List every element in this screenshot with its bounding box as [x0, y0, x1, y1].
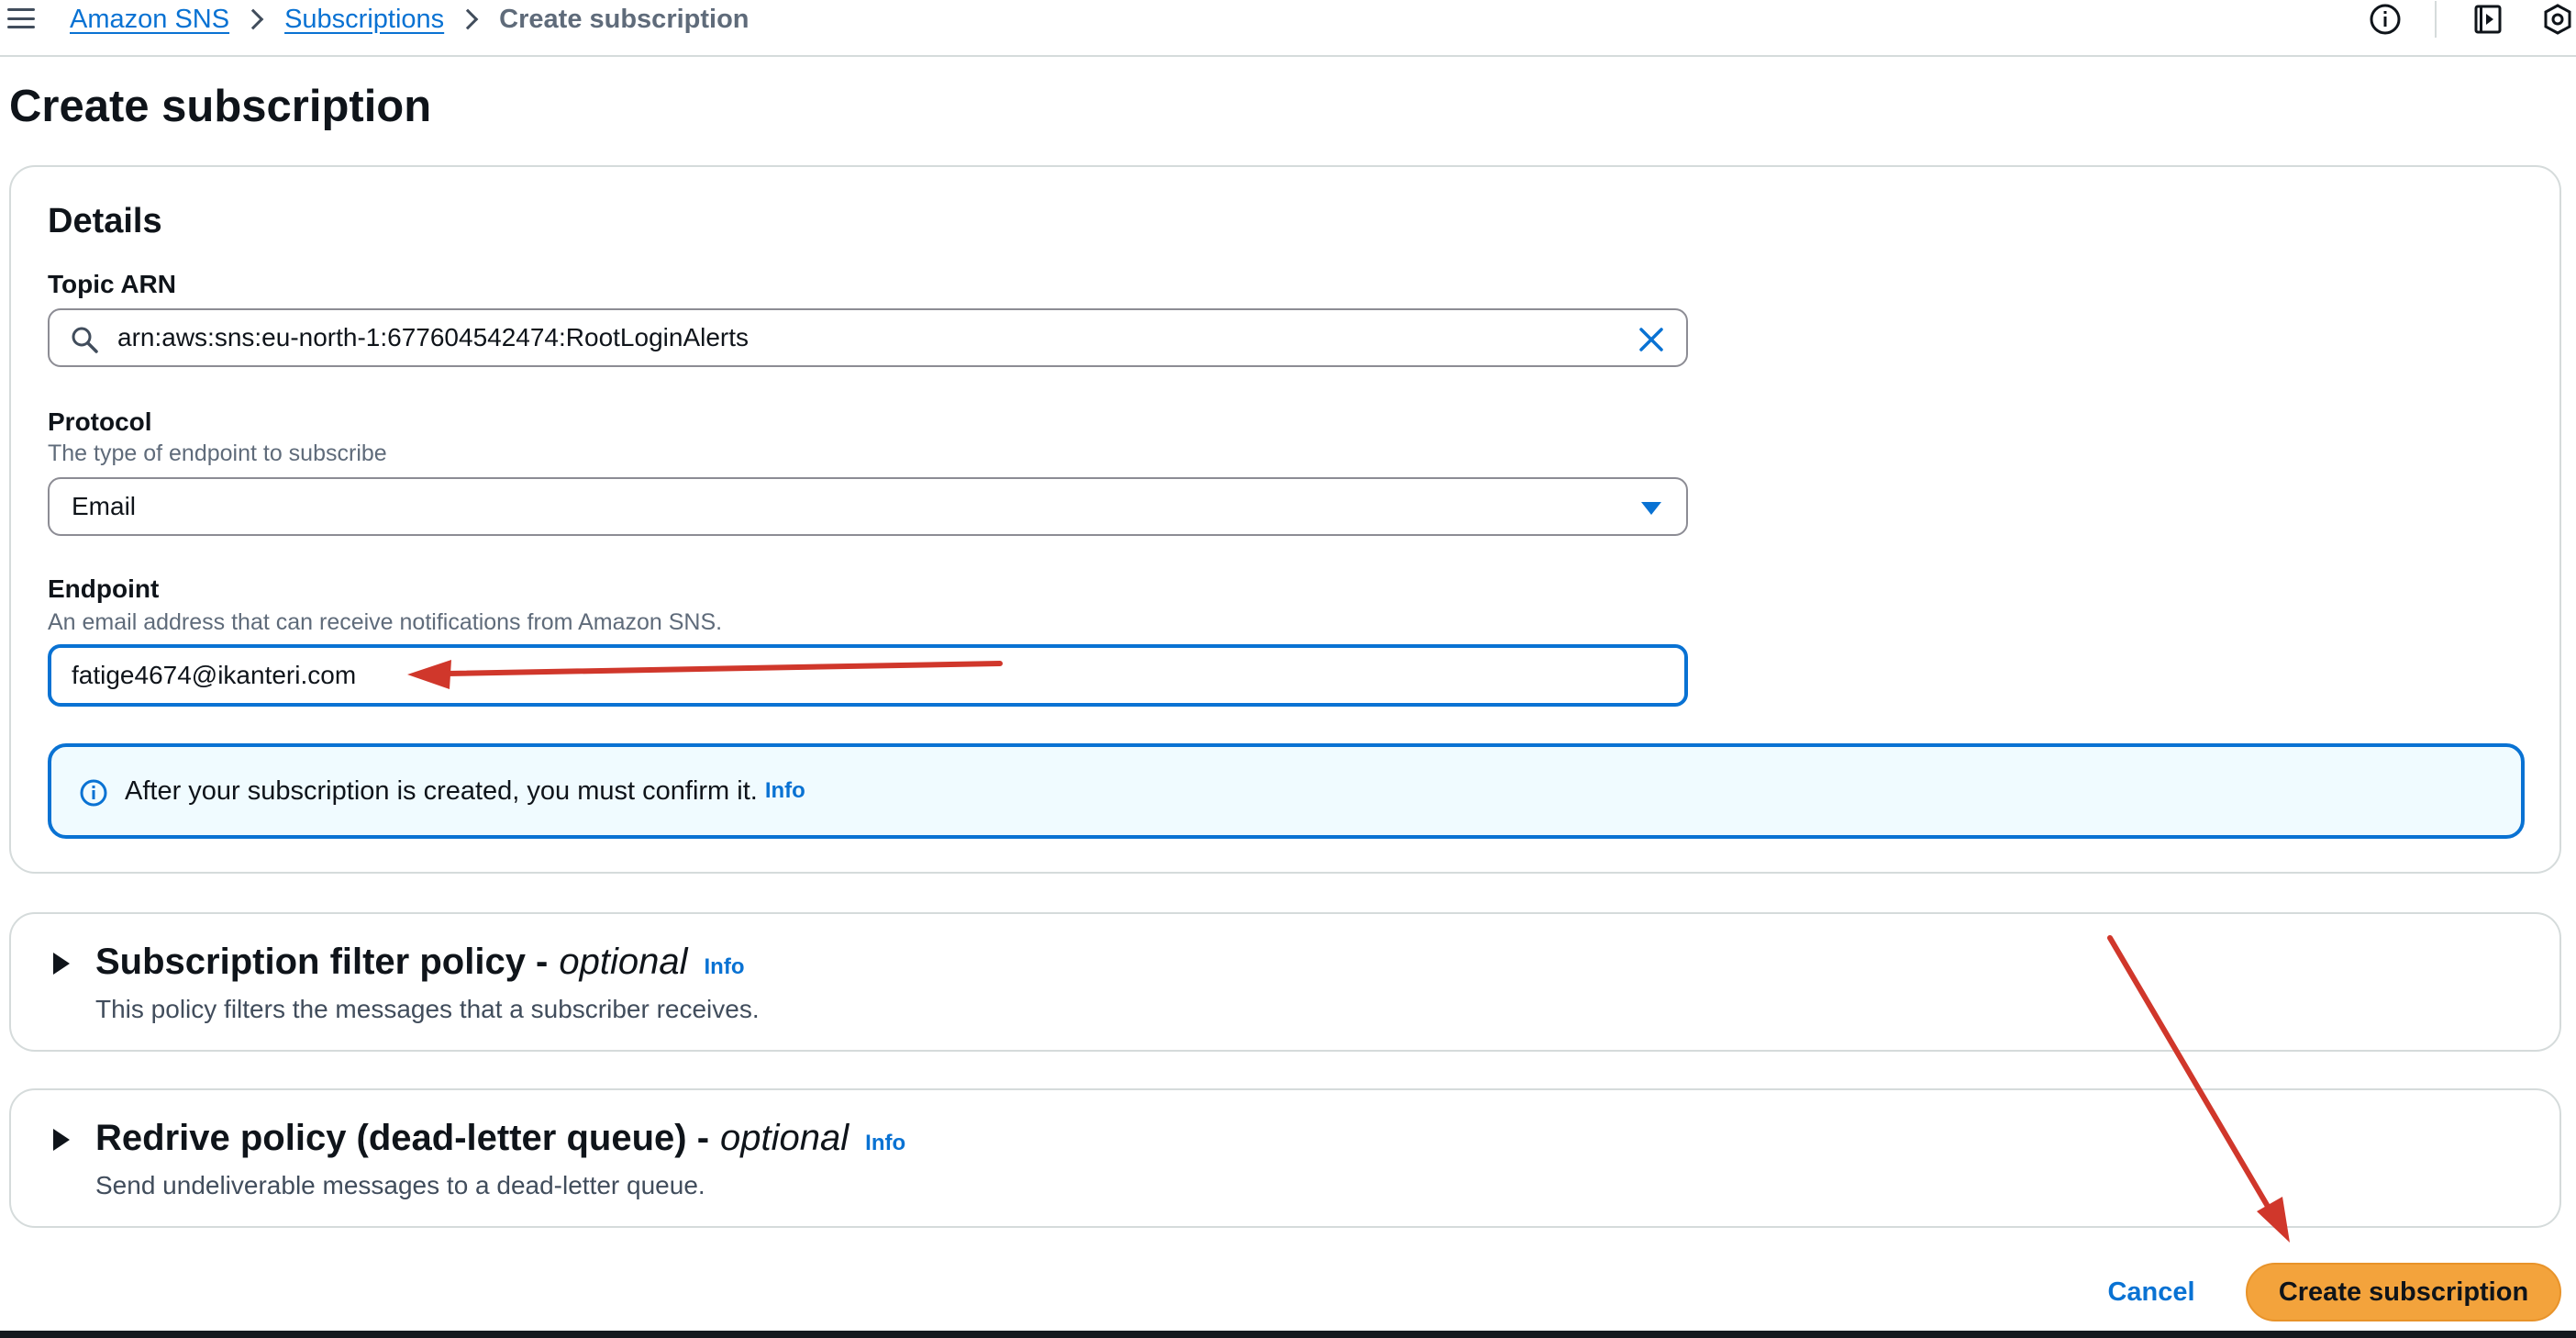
filter-policy-title[interactable]: Subscription filter policy - optional In…: [95, 942, 745, 983]
filter-policy-optional: optional: [559, 942, 688, 982]
chevron-right-icon: [242, 8, 264, 30]
info-circle-icon: [80, 779, 107, 807]
endpoint-input[interactable]: fatige4674@ikanteri.com: [48, 644, 1688, 707]
topic-arn-value: arn:aws:sns:eu-north-1:677604542474:Root…: [117, 323, 749, 351]
chevron-right-icon: [457, 8, 479, 30]
redrive-policy-title-text: Redrive policy (dead-letter queue) -: [95, 1118, 710, 1158]
endpoint-label: Endpoint: [48, 574, 160, 603]
endpoint-value: fatige4674@ikanteri.com: [72, 661, 357, 689]
bottom-edge-strip: [0, 1331, 2576, 1338]
settings-icon[interactable]: [2539, 1, 2576, 38]
top-navigation-bar: Amazon SNS Subscriptions Create subscrip…: [0, 0, 2576, 57]
expand-caret-icon[interactable]: [53, 953, 70, 975]
endpoint-description: An email address that can receive notifi…: [48, 609, 723, 635]
toolbar-divider: [2435, 1, 2437, 38]
notes-icon[interactable]: [2470, 1, 2506, 38]
cancel-button[interactable]: Cancel: [2092, 1263, 2211, 1321]
protocol-value: Email: [72, 492, 137, 520]
page-title: Create subscription: [9, 82, 432, 131]
filter-policy-description: This policy filters the messages that a …: [95, 995, 760, 1023]
redrive-policy-section[interactable]: Redrive policy (dead-letter queue) - opt…: [9, 1088, 2561, 1228]
redrive-policy-title[interactable]: Redrive policy (dead-letter queue) - opt…: [95, 1118, 905, 1159]
details-heading: Details: [48, 202, 162, 240]
menu-icon[interactable]: [7, 6, 35, 31]
redrive-policy-info-link[interactable]: Info: [865, 1131, 905, 1156]
alert-info-link[interactable]: Info: [765, 778, 805, 804]
subscription-filter-policy-section[interactable]: Subscription filter policy - optional In…: [9, 912, 2561, 1052]
alert-message: After your subscription is created, you …: [125, 775, 758, 806]
confirmation-info-alert: After your subscription is created, you …: [48, 743, 2525, 839]
expand-caret-icon[interactable]: [53, 1129, 70, 1151]
topic-arn-input[interactable]: arn:aws:sns:eu-north-1:677604542474:Root…: [48, 308, 1688, 367]
breadcrumb-amazon-sns[interactable]: Amazon SNS: [70, 5, 229, 35]
protocol-select[interactable]: Email: [48, 477, 1688, 536]
redrive-policy-description: Send undeliverable messages to a dead-le…: [95, 1171, 705, 1199]
topic-arn-label: Topic ARN: [48, 270, 176, 298]
filter-policy-title-text: Subscription filter policy -: [95, 942, 549, 982]
protocol-label: Protocol: [48, 407, 152, 436]
create-subscription-button[interactable]: Create subscription: [2246, 1263, 2561, 1321]
top-utility-icons: [2334, 0, 2576, 39]
breadcrumb-current: Create subscription: [499, 4, 749, 34]
protocol-description: The type of endpoint to subscribe: [48, 440, 387, 466]
caret-down-icon: [1635, 492, 1668, 525]
details-panel: Details Topic ARN arn:aws:sns:eu-north-1…: [9, 165, 2561, 874]
breadcrumb-subscriptions[interactable]: Subscriptions: [284, 5, 444, 35]
search-icon: [72, 327, 98, 353]
breadcrumb: Amazon SNS Subscriptions Create subscrip…: [70, 0, 749, 39]
clear-icon[interactable]: [1635, 323, 1668, 356]
redrive-policy-optional: optional: [720, 1118, 849, 1158]
info-icon[interactable]: [2367, 1, 2404, 38]
filter-policy-info-link[interactable]: Info: [705, 954, 745, 980]
